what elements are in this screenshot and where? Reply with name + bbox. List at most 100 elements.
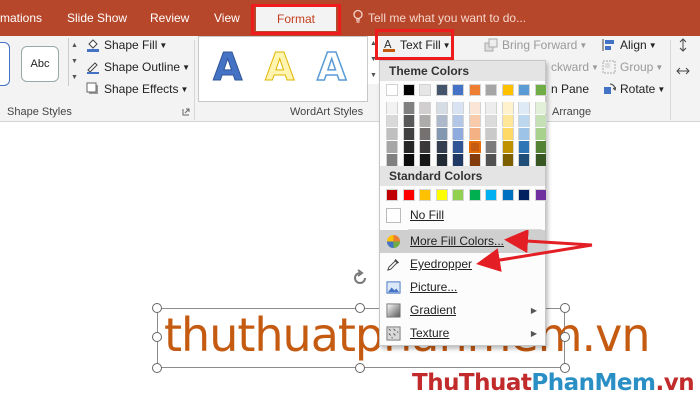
theme-color-shade-swatch[interactable] <box>386 154 398 166</box>
theme-color-shade-swatch[interactable] <box>403 128 415 140</box>
theme-color-shade-swatch[interactable] <box>452 128 464 140</box>
theme-color-shade-swatch[interactable] <box>502 141 514 153</box>
theme-color-swatch[interactable] <box>535 84 547 96</box>
shape-outline-button[interactable]: Shape Outline ▼ <box>86 60 190 74</box>
wordart-style-3[interactable]: A <box>316 44 347 90</box>
standard-color-swatch[interactable] <box>452 189 464 201</box>
theme-color-shade-swatch[interactable] <box>469 128 481 140</box>
theme-color-shade-swatch[interactable] <box>386 102 398 114</box>
theme-color-shade-swatch[interactable] <box>403 102 415 114</box>
theme-color-shade-swatch[interactable] <box>419 115 431 127</box>
theme-color-shade-swatch[interactable] <box>518 141 530 153</box>
standard-color-swatch[interactable] <box>386 189 398 201</box>
resize-handle[interactable] <box>152 332 162 342</box>
theme-color-shade-swatch[interactable] <box>485 154 497 166</box>
no-fill-item[interactable]: No Fill <box>380 204 545 227</box>
theme-color-shade-swatch[interactable] <box>485 102 497 114</box>
theme-color-shade-swatch[interactable] <box>485 141 497 153</box>
standard-color-swatch[interactable] <box>485 189 497 201</box>
gallery-more-icon[interactable]: ▼ <box>368 68 379 84</box>
theme-color-shade-swatch[interactable] <box>518 154 530 166</box>
gradient-item[interactable]: Gradient ▶ <box>380 299 545 322</box>
theme-color-shade-swatch[interactable] <box>436 154 448 166</box>
theme-color-shade-swatch[interactable] <box>386 141 398 153</box>
scroll-up-icon[interactable]: ▲ <box>69 38 80 54</box>
shape-style-thumb-abc[interactable]: Abc <box>21 46 59 82</box>
theme-color-shade-swatch[interactable] <box>469 115 481 127</box>
theme-color-shade-swatch[interactable] <box>535 128 547 140</box>
theme-color-shade-swatch[interactable] <box>452 115 464 127</box>
theme-color-swatch[interactable] <box>452 84 464 96</box>
picture-item[interactable]: Picture... <box>380 276 545 299</box>
send-backward-button[interactable]: ckward ▼ <box>551 60 599 74</box>
tab-view[interactable]: View <box>214 11 240 25</box>
theme-color-shade-swatch[interactable] <box>452 102 464 114</box>
shape-styles-gallery-scroll[interactable]: ▲ ▼ ▼ <box>68 38 80 86</box>
wordart-style-2[interactable]: A <box>264 45 294 90</box>
theme-color-shade-swatch[interactable] <box>518 115 530 127</box>
resize-handle[interactable] <box>152 303 162 313</box>
theme-color-shade-swatch[interactable] <box>535 141 547 153</box>
theme-color-shade-swatch[interactable] <box>502 128 514 140</box>
resize-handle[interactable] <box>560 332 570 342</box>
theme-color-shade-swatch[interactable] <box>403 154 415 166</box>
gallery-more-icon[interactable]: ▼ <box>69 70 80 86</box>
theme-color-shade-swatch[interactable] <box>502 115 514 127</box>
theme-color-shade-swatch[interactable] <box>535 154 547 166</box>
theme-color-shade-swatch[interactable] <box>469 154 481 166</box>
theme-color-swatch[interactable] <box>403 84 415 96</box>
group-button[interactable]: Group ▼ <box>602 60 663 74</box>
theme-color-shade-swatch[interactable] <box>485 115 497 127</box>
standard-color-swatch[interactable] <box>419 189 431 201</box>
standard-color-swatch[interactable] <box>518 189 530 201</box>
standard-color-swatch[interactable] <box>403 189 415 201</box>
theme-color-shade-swatch[interactable] <box>469 102 481 114</box>
resize-handle[interactable] <box>560 303 570 313</box>
theme-color-shade-swatch[interactable] <box>436 102 448 114</box>
theme-color-swatch[interactable] <box>518 84 530 96</box>
theme-color-shade-swatch[interactable] <box>419 102 431 114</box>
theme-color-shade-swatch[interactable] <box>419 141 431 153</box>
theme-color-shade-swatch[interactable] <box>518 102 530 114</box>
theme-color-swatch[interactable] <box>485 84 497 96</box>
texture-item[interactable]: Texture ▶ <box>380 322 545 345</box>
standard-color-swatch[interactable] <box>502 189 514 201</box>
theme-color-swatch[interactable] <box>419 84 431 96</box>
theme-color-shade-swatch[interactable] <box>502 102 514 114</box>
theme-color-shade-swatch[interactable] <box>419 128 431 140</box>
theme-color-shade-swatch[interactable] <box>403 115 415 127</box>
theme-color-shade-swatch[interactable] <box>436 141 448 153</box>
theme-color-swatch[interactable] <box>502 84 514 96</box>
theme-color-shade-swatch[interactable] <box>485 128 497 140</box>
tell-me-search[interactable]: Tell me what you want to do... <box>368 11 526 25</box>
align-button[interactable]: Align ▼ <box>602 38 657 52</box>
tab-review[interactable]: Review <box>150 11 189 25</box>
resize-handle[interactable] <box>355 363 365 373</box>
theme-color-shade-swatch[interactable] <box>419 154 431 166</box>
theme-color-shade-swatch[interactable] <box>452 154 464 166</box>
scroll-down-icon[interactable]: ▼ <box>69 54 80 70</box>
theme-color-shade-swatch[interactable] <box>502 154 514 166</box>
theme-color-shade-swatch[interactable] <box>535 102 547 114</box>
theme-color-swatch[interactable] <box>436 84 448 96</box>
theme-color-shade-swatch[interactable] <box>468 140 482 154</box>
theme-color-shade-swatch[interactable] <box>386 128 398 140</box>
rotate-button[interactable]: Rotate ▼ <box>602 82 665 96</box>
theme-color-shade-swatch[interactable] <box>535 115 547 127</box>
rotate-handle-icon[interactable] <box>350 268 370 288</box>
theme-color-shade-swatch[interactable] <box>452 141 464 153</box>
size-height-icon[interactable] <box>676 38 694 52</box>
resize-handle[interactable] <box>152 363 162 373</box>
standard-color-swatch[interactable] <box>469 189 481 201</box>
selection-pane-button[interactable]: n Pane <box>551 82 589 96</box>
wordart-style-1[interactable]: A <box>212 45 242 90</box>
theme-color-shade-swatch[interactable] <box>386 115 398 127</box>
resize-handle[interactable] <box>355 303 365 313</box>
shape-fill-button[interactable]: Shape Fill ▼ <box>86 38 167 52</box>
tab-animations[interactable]: mations <box>0 11 42 25</box>
shape-effects-button[interactable]: Shape Effects ▼ <box>86 82 188 96</box>
theme-color-shade-swatch[interactable] <box>403 141 415 153</box>
theme-color-shade-swatch[interactable] <box>436 115 448 127</box>
theme-color-swatch[interactable] <box>469 84 481 96</box>
standard-color-swatch[interactable] <box>436 189 448 201</box>
